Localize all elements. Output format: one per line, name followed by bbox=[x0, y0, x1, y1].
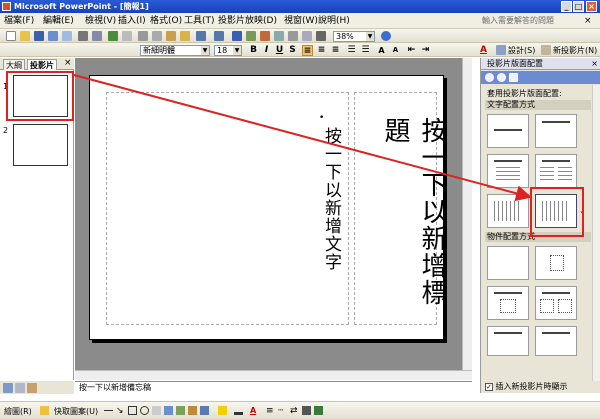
wordart-icon[interactable] bbox=[164, 406, 173, 415]
clipart-icon[interactable] bbox=[188, 406, 197, 415]
diagram-icon[interactable] bbox=[176, 406, 185, 415]
view-buttons bbox=[0, 381, 74, 394]
arrow-style-icon[interactable]: ⇄ bbox=[290, 406, 299, 416]
line-color-icon[interactable] bbox=[234, 406, 243, 415]
textbox-icon[interactable] bbox=[152, 406, 161, 415]
notes-placeholder: 按一下以新增備忘稿 bbox=[79, 383, 151, 392]
autoshapes-menu[interactable]: 快取圖案(U) bbox=[54, 406, 98, 417]
fill-color-icon[interactable] bbox=[218, 406, 227, 415]
3d-icon[interactable] bbox=[314, 406, 323, 415]
line-style-icon[interactable]: ≡ bbox=[266, 406, 275, 416]
slide-sorter-icon[interactable] bbox=[15, 383, 25, 393]
shadow-icon[interactable] bbox=[302, 406, 311, 415]
slideshow-icon[interactable] bbox=[27, 383, 37, 393]
normal-view-icon[interactable] bbox=[3, 383, 13, 393]
drawing-toolbar: 繪圖(R) 快取圖案(U) ↘ A ≡ ┄ ⇄ bbox=[0, 401, 600, 419]
oval-icon[interactable] bbox=[140, 406, 149, 415]
picture-icon[interactable] bbox=[200, 406, 209, 415]
line-icon[interactable] bbox=[104, 410, 113, 411]
notes-pane[interactable]: 按一下以新增備忘稿 bbox=[75, 381, 472, 394]
annotation-arrow bbox=[73, 74, 532, 202]
rectangle-icon[interactable] bbox=[128, 406, 137, 415]
font-color-icon[interactable]: A bbox=[250, 406, 256, 415]
draw-menu[interactable]: 繪圖(R) bbox=[4, 406, 32, 417]
arrow-icon[interactable]: ↘ bbox=[116, 406, 125, 416]
dash-style-icon[interactable]: ┄ bbox=[278, 406, 287, 416]
select-pointer-icon[interactable] bbox=[40, 406, 49, 415]
